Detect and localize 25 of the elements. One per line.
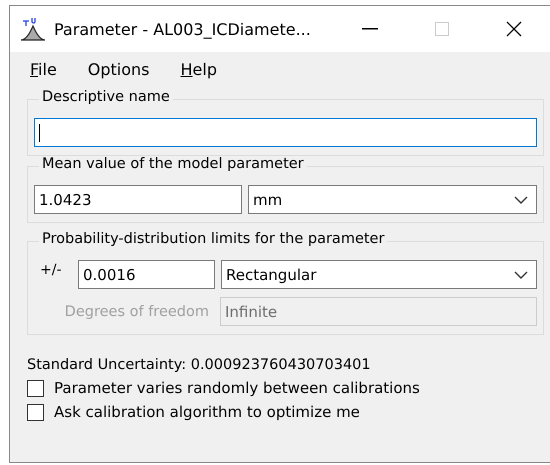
group-label: Descriptive name [39,89,173,105]
standard-uncertainty-text: Standard Uncertainty: 0.000923760430703401 [27,357,372,373]
distribution-dropdown[interactable]: Rectangular [221,260,537,289]
group-label: Mean value of the model parameter [39,156,307,172]
menu-item[interactable]: Options [74,58,163,86]
checkbox-label[interactable]: Parameter varies randomly between calibrations [54,379,420,397]
dof-label: Degrees of freedom [64,304,210,320]
minimize-icon[interactable] [362,28,378,30]
chevron-down-icon [514,270,528,278]
distribution-icon [20,16,46,42]
group-label: Probability-distribution limits for the parameter [39,231,388,247]
checkbox[interactable] [27,380,44,396]
menu-item[interactable]: Help [166,58,230,86]
unit-dropdown[interactable]: mm [248,185,537,214]
dof-field[interactable]: Infinite [220,297,537,326]
close-icon[interactable] [506,21,522,37]
menu-item[interactable]: File [16,58,70,86]
name-field[interactable] [34,118,537,147]
checkbox-label[interactable]: Ask calibration algorithm to optimize me [54,403,360,421]
limit-field[interactable]: 0.0016 [78,260,215,289]
value-field[interactable]: 1.0423 [34,185,242,214]
plus-minus-label: +/- [39,262,62,278]
chevron-down-icon [514,196,528,204]
window-title: Parameter - AL003_ICDiamete... [54,20,311,38]
checkbox[interactable] [27,404,44,420]
